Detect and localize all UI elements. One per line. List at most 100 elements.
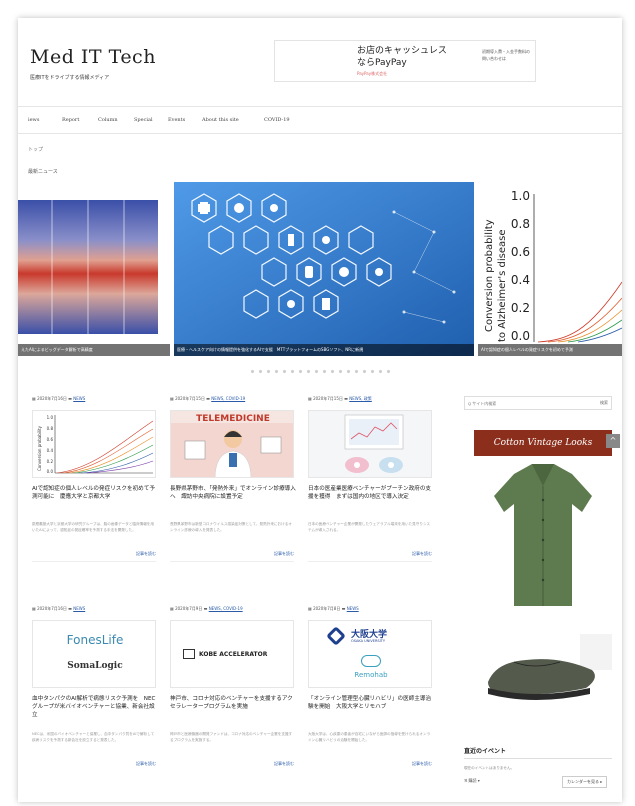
- kobe-logo-mark: [183, 649, 195, 659]
- card-thumbnail[interactable]: FonesLife SomaLogic: [32, 620, 156, 688]
- sidebar-ad[interactable]: Cotton Vintage Looks: [474, 430, 612, 740]
- ad-banner: Cotton Vintage Looks: [474, 430, 612, 456]
- card-thumbnail[interactable]: 大阪大学 OSAKA UNIVERSITY Remohab: [308, 620, 432, 688]
- article-card[interactable]: ▦ 2020年7月15日 ▬ NEWS, COVID-19 TELEMEDICI…: [170, 396, 300, 562]
- view-calendar-button[interactable]: カレンダーを見る ▸: [562, 776, 608, 788]
- card-title[interactable]: 長野県茅野市、「発熱外来」でオンライン診療導入へ 諏訪中央病院に設置予定: [170, 485, 296, 517]
- article-card[interactable]: ▦ 2020年7月15日 ▬ NEWS, 政策 日本の医産業医療ベンチャーがプー…: [308, 396, 438, 562]
- read-more-link[interactable]: 記事を読む: [32, 551, 156, 557]
- chevron-up-icon[interactable]: ^: [606, 434, 620, 448]
- card-title[interactable]: AIで認知症の個人レベルの発症リスクを初めて予測可能に 慶應大学と京都大学: [32, 485, 158, 517]
- search-input[interactable]: [468, 400, 578, 407]
- card-thumbnail[interactable]: [308, 410, 432, 478]
- osaka-university-sub: OSAKA UNIVERSITY: [351, 639, 385, 643]
- svg-text:Conversion probability: Conversion probability: [37, 425, 42, 471]
- slider-dot[interactable]: [370, 370, 374, 373]
- read-more-link[interactable]: 記事を読む: [308, 761, 432, 767]
- slider-dot[interactable]: [378, 370, 382, 373]
- article-card[interactable]: ▦ 2020年7月16日 ▬ NEWS FonesLife SomaLogic …: [32, 606, 162, 767]
- card-excerpt: 慶應義塾大学と京都大学の研究グループは、脳の画像データと臨床情報を用いたAIによ…: [32, 522, 154, 532]
- nav-item-about[interactable]: About this site: [202, 117, 239, 123]
- slider-dot[interactable]: [362, 370, 366, 373]
- slider-dot[interactable]: [266, 370, 270, 373]
- slider-dot[interactable]: [298, 370, 302, 373]
- remohab-logo: Remohab: [354, 671, 388, 679]
- slider-dot[interactable]: [282, 370, 286, 373]
- card-category[interactable]: NEWS, 政策: [349, 396, 372, 401]
- slide-medical-network[interactable]: 医療・ヘルスケア向けの情報提供を強化するAIで支援 MTTプラットフォームのSB…: [174, 182, 474, 356]
- card-date: 2020年7月16日: [37, 396, 67, 401]
- divider: [170, 561, 294, 562]
- read-more-link[interactable]: 記事を読む: [308, 551, 432, 557]
- events-title: 直近のイベント: [464, 748, 507, 755]
- slider-dot[interactable]: [386, 370, 390, 373]
- card-title[interactable]: 神戸市、コロナ対応のベンチャーを支援するアクセラレータープログラムを実施: [170, 695, 296, 727]
- card-thumbnail[interactable]: KOBE ACCELERATOR: [170, 620, 294, 688]
- osaka-university-mark: [326, 626, 346, 646]
- svg-text:0.0: 0.0: [47, 469, 54, 474]
- folder-icon: ▬: [203, 606, 208, 611]
- calendar-icon: ▦: [32, 396, 36, 401]
- nav-item-news[interactable]: iews: [28, 117, 39, 123]
- site-title[interactable]: Med IT Tech: [30, 46, 156, 68]
- card-category[interactable]: NEWS: [347, 606, 359, 611]
- slide-heatmap[interactable]: えたAIによるビッグデータ解析で高精度: [18, 182, 170, 356]
- slider-dot[interactable]: [290, 370, 294, 373]
- site-header: Med IT Tech 医療ITをドライブする情報メディア お店のキャッシュレス…: [18, 18, 622, 98]
- card-date: 2020年7月15日: [175, 396, 205, 401]
- card-meta: ▦ 2020年7月16日 ▬ NEWS: [32, 396, 162, 404]
- search-button[interactable]: 検索: [600, 400, 608, 406]
- nav-item-column[interactable]: Column: [98, 117, 118, 123]
- tick-label: 0.6: [511, 245, 530, 259]
- slider-dot[interactable]: [258, 370, 262, 373]
- calendar-icon: ▦: [170, 396, 174, 401]
- divider: [464, 758, 612, 759]
- section-label-latest-news: 最新ニュース: [28, 169, 58, 175]
- card-category[interactable]: NEWS: [73, 606, 85, 611]
- rss-subscribe-link[interactable]: ℜ 購読 ▾: [464, 778, 480, 784]
- slider-dot[interactable]: [250, 370, 254, 373]
- svg-text:0.6: 0.6: [47, 437, 54, 442]
- axis-label: Conversion probability: [484, 219, 495, 332]
- card-category[interactable]: NEWS, COVID-19: [209, 606, 243, 611]
- ad-side-text: 初期導入費・入金手数料の問い合わせは: [482, 49, 530, 61]
- kobe-accelerator-logo: KOBE ACCELERATOR: [199, 651, 268, 658]
- card-excerpt: NECは、米国のバイオベンチャーと協業し、血中タンパク質をAIで解析して疾病リス…: [32, 732, 155, 742]
- card-thumbnail[interactable]: 1.0 0.8 0.6 0.4 0.2 0.0 Conversion probabili…: [32, 410, 156, 478]
- article-card[interactable]: ▦ 2020年7月16日 ▬ NEWS 1.0 0.8 0.6 0.4 0.2 0.0 …: [32, 396, 162, 562]
- slider-dot[interactable]: [354, 370, 358, 373]
- ad-headline-text: お店のキャッシュレス: [357, 46, 447, 56]
- slider-dot[interactable]: [274, 370, 278, 373]
- nav-item-report[interactable]: Report: [62, 117, 79, 123]
- card-category[interactable]: NEWS: [73, 396, 85, 401]
- slider-dot[interactable]: [330, 370, 334, 373]
- tick-label: 1.0: [511, 189, 530, 203]
- article-card[interactable]: ▦ 2020年7月8日 ▬ NEWS 大阪大学 OSAKA UNIVERSITY…: [308, 606, 438, 767]
- site-logo[interactable]: Med IT Tech 医療ITをドライブする情報メディア: [30, 46, 156, 81]
- read-more-link[interactable]: 記事を読む: [32, 761, 156, 767]
- card-category[interactable]: NEWS, COVID-19: [211, 396, 245, 401]
- nav-item-events[interactable]: Events: [168, 117, 185, 123]
- card-title[interactable]: 血中タンパクのAI解析で病態リスク予測を NECグループが米バイオベンチャーと協…: [32, 695, 158, 727]
- tick-label: 0.2: [511, 301, 530, 315]
- read-more-link[interactable]: 記事を読む: [170, 551, 294, 557]
- slide-conversion-chart[interactable]: 1.0 0.8 0.6 0.4 0.2 0.0 Conversion proba…: [478, 182, 622, 356]
- card-date: 2020年7月16日: [37, 606, 67, 611]
- slider-dot[interactable]: [314, 370, 318, 373]
- breadcrumb[interactable]: トップ: [28, 146, 43, 153]
- slider-dot[interactable]: [322, 370, 326, 373]
- slider-dot[interactable]: [346, 370, 350, 373]
- read-more-link[interactable]: 記事を読む: [170, 761, 294, 767]
- slider-dot[interactable]: [306, 370, 310, 373]
- slider-dot[interactable]: [338, 370, 342, 373]
- card-title[interactable]: 「オンライン管理型心臓リハビリ」の医師主導治験を開始 大阪大学とリモハブ: [308, 695, 434, 727]
- ad-headline: お店のキャッシュレス ならPayPay: [357, 45, 477, 69]
- news-slider[interactable]: えたAIによるビッグデータ解析で高精度 医療・ヘルスケア向けの情報提供を強化する…: [18, 182, 622, 362]
- card-title[interactable]: 日本の医産業医療ベンチャーがプーチン政府の支援を獲得 まずは国内の地区で導入決定: [308, 485, 434, 517]
- nav-item-special[interactable]: Special: [134, 117, 153, 123]
- article-card[interactable]: ▦ 2020年7月9日 ▬ NEWS, COVID-19 KOBE ACCELE…: [170, 606, 300, 767]
- nav-item-covid[interactable]: COVID-19: [264, 117, 290, 123]
- tick-label: 0.8: [511, 217, 530, 231]
- ad-company: PayPay株式会社: [357, 71, 388, 76]
- card-thumbnail[interactable]: TELEMEDICINE: [170, 410, 294, 478]
